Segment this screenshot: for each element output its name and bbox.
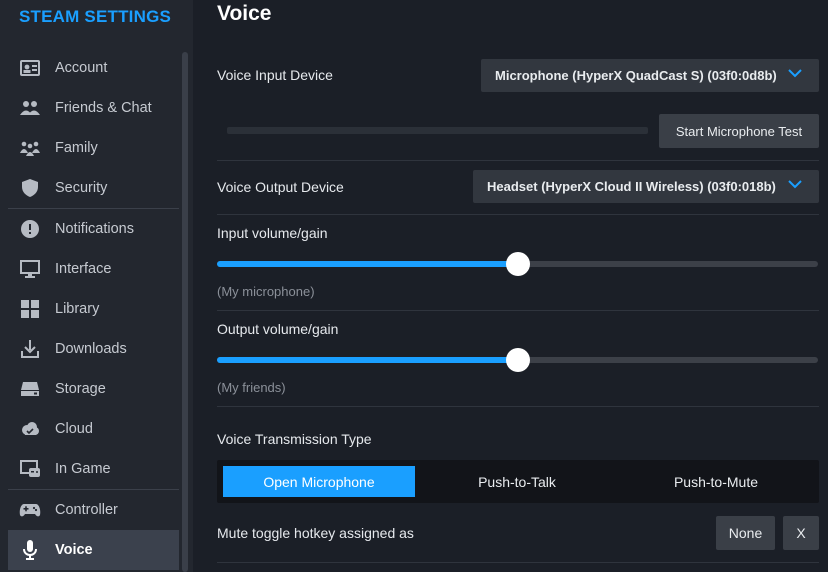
input-volume-slider-fill xyxy=(217,261,518,267)
voice-input-device-value: Microphone (HyperX QuadCast S) (03f0:0d8… xyxy=(495,68,777,83)
family-icon xyxy=(19,137,41,159)
voice-output-device-value: Headset (HyperX Cloud II Wireless) (03f0… xyxy=(487,179,776,194)
sidebar-item-family[interactable]: Family xyxy=(8,128,179,168)
sidebar-item-label: Downloads xyxy=(55,341,127,357)
voice-input-device-dropdown[interactable]: Microphone (HyperX QuadCast S) (03f0:0d8… xyxy=(481,59,819,92)
sidebar-item-label: In Game xyxy=(55,461,111,477)
mute-toggle-hotkey-label: Mute toggle hotkey assigned as xyxy=(217,525,414,541)
sidebar-item-storage[interactable]: Storage xyxy=(8,369,179,409)
transmission-option-open-microphone[interactable]: Open Microphone xyxy=(223,466,415,497)
sidebar-item-label: Account xyxy=(55,60,108,76)
sidebar-item-cloud[interactable]: Cloud xyxy=(8,409,179,449)
sidebar: STEAM SETTINGS Account Friends & Chat Fa… xyxy=(0,0,193,572)
sidebar-item-label: Controller xyxy=(55,502,118,518)
sidebar-item-notifications[interactable]: Notifications xyxy=(8,209,179,249)
chevron-down-icon xyxy=(788,178,802,193)
sidebar-item-security[interactable]: Security xyxy=(8,168,179,208)
main-panel: Voice Voice Input Device Microphone (Hyp… xyxy=(193,0,828,572)
input-volume-sublabel: (My microphone) xyxy=(217,284,315,299)
sidebar-item-label: Notifications xyxy=(55,221,134,237)
sidebar-item-in-game[interactable]: In Game xyxy=(8,449,179,489)
transmission-option-push-to-mute[interactable]: Push-to-Mute xyxy=(619,466,813,497)
sidebar-item-label: Voice xyxy=(55,542,93,558)
account-icon xyxy=(19,57,41,79)
output-volume-slider-handle[interactable] xyxy=(505,348,530,372)
sidebar-item-controller[interactable]: Controller xyxy=(8,490,179,530)
sidebar-item-label: Security xyxy=(55,180,108,196)
clear-hotkey-button[interactable]: X xyxy=(783,516,819,550)
sidebar-item-friends-chat[interactable]: Friends & Chat xyxy=(8,88,179,128)
voice-transmission-type-label: Voice Transmission Type xyxy=(217,431,372,447)
sidebar-item-account[interactable]: Account xyxy=(8,48,179,88)
divider xyxy=(217,310,819,311)
sidebar-item-library[interactable]: Library xyxy=(8,289,179,329)
input-volume-slider[interactable] xyxy=(217,252,818,276)
sidebar-item-downloads[interactable]: Downloads xyxy=(8,329,179,369)
info-icon xyxy=(19,218,41,240)
sidebar-scrollbar[interactable] xyxy=(182,52,188,572)
output-volume-slider[interactable] xyxy=(217,348,818,372)
gamepad-icon xyxy=(19,499,41,521)
divider xyxy=(217,214,819,215)
page-title: Voice xyxy=(217,2,272,25)
sidebar-item-label: Library xyxy=(55,301,100,317)
drive-icon xyxy=(19,378,41,400)
sidebar-item-voice[interactable]: Voice xyxy=(8,530,179,570)
monitor-icon xyxy=(19,258,41,280)
sidebar-item-label: Family xyxy=(55,140,98,156)
sidebar-nav: Account Friends & Chat Family Security N… xyxy=(8,48,179,570)
sidebar-item-interface[interactable]: Interface xyxy=(8,249,179,289)
cloud-icon xyxy=(19,418,41,440)
sidebar-item-label: Storage xyxy=(55,381,106,397)
input-volume-slider-handle[interactable] xyxy=(505,252,530,276)
input-volume-label: Input volume/gain xyxy=(217,225,328,241)
sidebar-item-label: Friends & Chat xyxy=(55,100,152,116)
shield-icon xyxy=(19,177,41,199)
mute-hotkey-value-button[interactable]: None xyxy=(716,516,775,550)
output-volume-slider-fill xyxy=(217,357,518,363)
transmission-option-push-to-talk[interactable]: Push-to-Talk xyxy=(421,466,613,497)
output-volume-label: Output volume/gain xyxy=(217,321,339,337)
voice-transmission-type-selector: Open Microphone Push-to-Talk Push-to-Mut… xyxy=(217,460,819,503)
app-title: STEAM SETTINGS xyxy=(19,7,172,26)
in-game-icon xyxy=(19,458,41,480)
divider xyxy=(217,160,819,161)
divider xyxy=(217,562,819,563)
voice-output-device-dropdown[interactable]: Headset (HyperX Cloud II Wireless) (03f0… xyxy=(473,170,819,203)
download-icon xyxy=(19,338,41,360)
sidebar-item-label: Cloud xyxy=(55,421,93,437)
microphone-level-meter xyxy=(227,127,648,134)
friends-icon xyxy=(19,97,41,119)
divider xyxy=(217,406,819,407)
grid-icon xyxy=(19,298,41,320)
start-microphone-test-button[interactable]: Start Microphone Test xyxy=(659,114,819,148)
sidebar-item-label: Interface xyxy=(55,261,112,277)
chevron-down-icon xyxy=(788,67,802,82)
output-volume-sublabel: (My friends) xyxy=(217,380,286,395)
microphone-icon xyxy=(19,539,41,561)
voice-output-device-label: Voice Output Device xyxy=(217,179,344,195)
voice-input-device-label: Voice Input Device xyxy=(217,67,333,83)
